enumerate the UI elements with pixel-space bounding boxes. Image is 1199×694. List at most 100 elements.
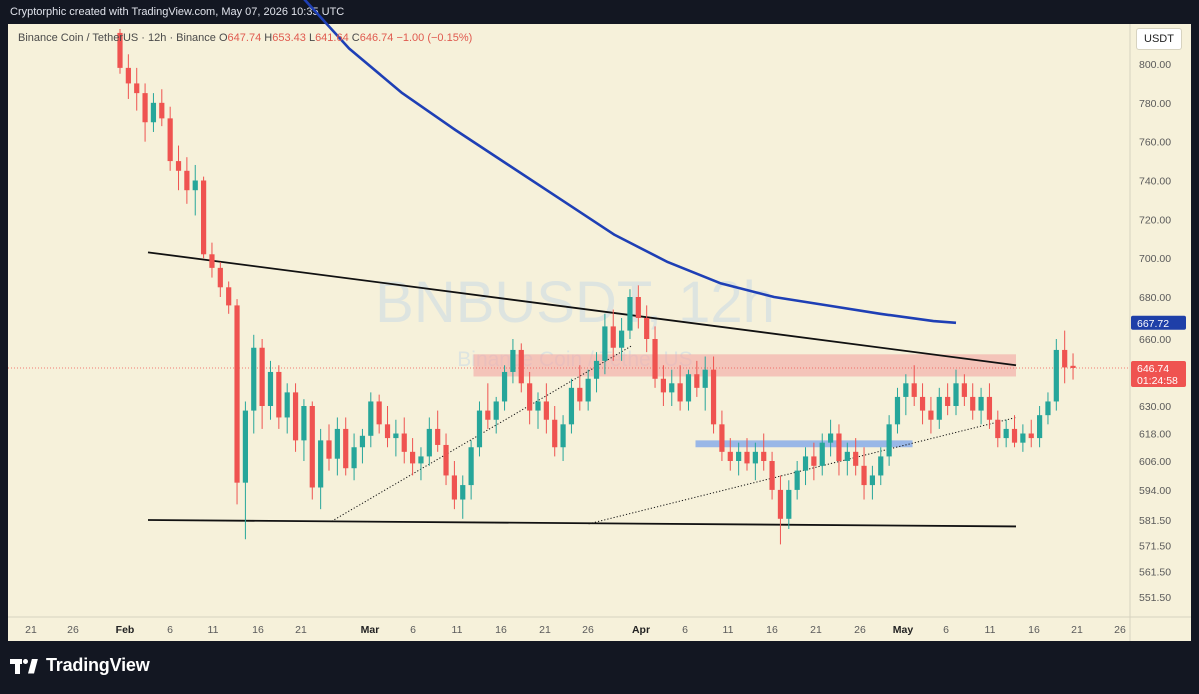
candle-body bbox=[309, 406, 315, 488]
chart-canvas[interactable]: BNBUSDT, 12hBinance Coin / Tether US800.… bbox=[0, 0, 1199, 694]
x-tick-label: 26 bbox=[854, 624, 866, 636]
candle-body bbox=[343, 428, 349, 469]
candle-body bbox=[853, 451, 859, 466]
candle-body bbox=[226, 287, 232, 306]
candle-body bbox=[986, 396, 993, 420]
candle-body bbox=[192, 180, 198, 191]
candle-body bbox=[518, 349, 524, 384]
candle-body bbox=[535, 401, 541, 411]
candle-body bbox=[710, 369, 717, 425]
candle-body bbox=[802, 456, 809, 471]
x-tick-label: 21 bbox=[1071, 624, 1083, 636]
candle-body bbox=[527, 383, 533, 411]
candle-body bbox=[953, 383, 959, 406]
candle-body bbox=[694, 374, 700, 388]
legend-low-value: 641.64 bbox=[315, 32, 349, 44]
support-zone bbox=[695, 440, 913, 448]
footer-bar bbox=[0, 641, 1199, 694]
legend-open-label: O bbox=[218, 32, 228, 44]
candle-body bbox=[451, 475, 457, 500]
candle-body bbox=[936, 396, 942, 420]
x-tick-label: 16 bbox=[766, 624, 778, 636]
candle-body bbox=[318, 440, 324, 488]
x-tick-label: 6 bbox=[682, 624, 688, 636]
candle-body bbox=[376, 401, 382, 425]
candle-body bbox=[217, 267, 223, 288]
brand-name: TradingView bbox=[46, 655, 150, 675]
x-tick-label: 11 bbox=[985, 624, 996, 636]
candle-body bbox=[251, 347, 257, 411]
x-tick-label: 21 bbox=[810, 624, 822, 636]
x-tick-label: 6 bbox=[410, 624, 416, 636]
x-tick-label: Mar bbox=[361, 624, 380, 636]
candle-body bbox=[769, 461, 775, 490]
candle-body bbox=[794, 470, 800, 490]
candle-body bbox=[1003, 428, 1009, 439]
tradingview-brand: TradingView bbox=[10, 655, 150, 676]
candle-body bbox=[560, 424, 566, 448]
candle-body bbox=[1045, 401, 1051, 416]
candle-body bbox=[811, 456, 817, 466]
candle-body bbox=[435, 428, 441, 445]
candle-body bbox=[644, 318, 650, 339]
x-tick-label: 16 bbox=[495, 624, 507, 636]
candle-body bbox=[660, 378, 666, 393]
candle-body bbox=[861, 465, 867, 486]
candle-body bbox=[485, 410, 491, 420]
candle-body bbox=[384, 424, 391, 439]
price-label-countdown: 01:24:58 bbox=[1137, 375, 1178, 387]
price-label-value: 667.72 bbox=[1137, 318, 1169, 330]
candle-body bbox=[828, 433, 834, 443]
candle-body bbox=[292, 392, 299, 441]
candle-body bbox=[1037, 415, 1043, 439]
candle-body bbox=[142, 93, 148, 123]
x-tick-label: May bbox=[893, 624, 914, 636]
candle-body bbox=[761, 451, 767, 461]
candle-body bbox=[677, 383, 683, 402]
candle-body bbox=[368, 401, 374, 436]
candle-body bbox=[284, 392, 290, 418]
x-tick-label: 21 bbox=[25, 624, 37, 636]
candle-body bbox=[351, 447, 357, 469]
candle-body bbox=[410, 451, 416, 464]
candle-body bbox=[585, 378, 591, 402]
candle-body bbox=[510, 349, 516, 372]
candle-body bbox=[259, 347, 265, 406]
candle-body bbox=[911, 383, 917, 397]
y-tick-label: 700.00 bbox=[1139, 253, 1171, 265]
candle-body bbox=[836, 433, 842, 461]
candle-body bbox=[159, 102, 165, 119]
candle-body bbox=[903, 383, 909, 397]
candle-body bbox=[334, 428, 340, 459]
candle-body bbox=[267, 371, 274, 406]
y-tick-label: 630.00 bbox=[1139, 401, 1171, 413]
candle-body bbox=[786, 489, 792, 519]
candle-body bbox=[418, 456, 424, 464]
candle-body bbox=[685, 374, 692, 402]
candle-body bbox=[326, 440, 332, 459]
x-tick-label: 16 bbox=[1028, 624, 1040, 636]
candle-body bbox=[568, 387, 575, 425]
candle-body bbox=[443, 444, 449, 476]
candle-body bbox=[727, 451, 733, 461]
candle-body bbox=[627, 297, 633, 331]
candle-body bbox=[134, 83, 140, 94]
candle-body bbox=[719, 424, 725, 452]
candle-body bbox=[493, 401, 499, 420]
candle-body bbox=[501, 371, 508, 402]
candle-body bbox=[1053, 349, 1059, 402]
x-tick-label: 11 bbox=[723, 624, 734, 636]
x-tick-label: 6 bbox=[167, 624, 173, 636]
y-tick-label: 800.00 bbox=[1139, 59, 1171, 71]
candle-body bbox=[669, 383, 675, 393]
candle-body bbox=[928, 410, 934, 420]
candle-body bbox=[175, 161, 182, 171]
candle-body bbox=[744, 451, 750, 464]
candle-body bbox=[619, 330, 625, 348]
candle-body bbox=[276, 371, 282, 418]
candle-body bbox=[150, 102, 157, 123]
currency-button[interactable]: USDT bbox=[1136, 28, 1182, 50]
candle-body bbox=[125, 67, 131, 84]
candle-body bbox=[468, 447, 474, 486]
y-tick-label: 680.00 bbox=[1139, 292, 1171, 304]
